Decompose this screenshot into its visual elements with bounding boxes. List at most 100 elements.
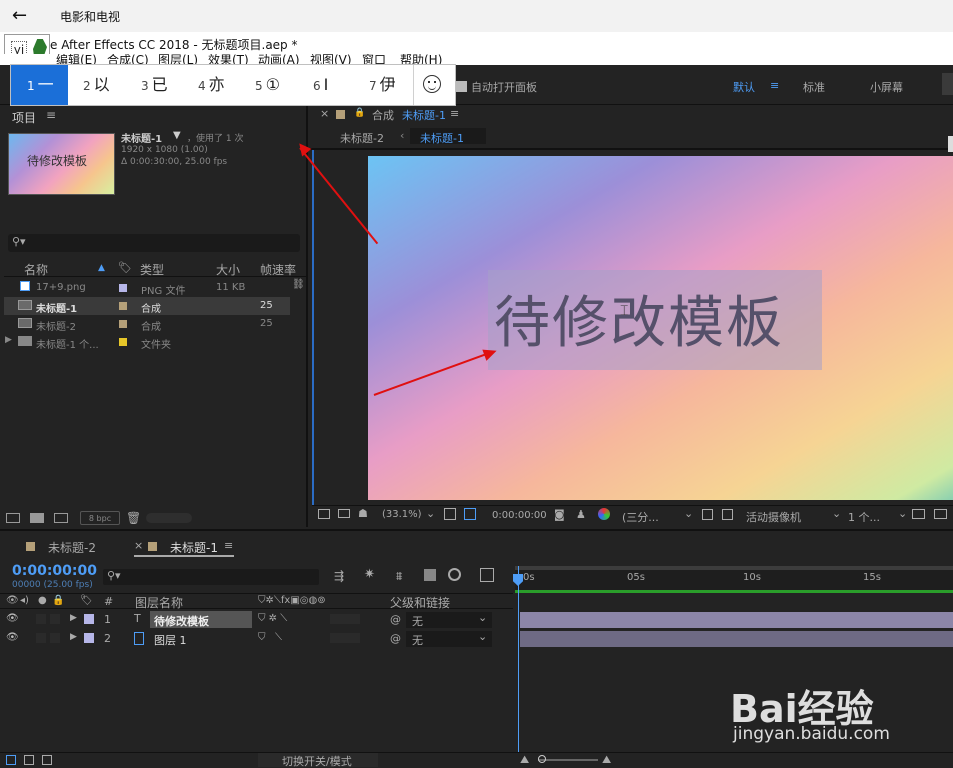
switches-header-icon[interactable]: ⛉✲⟍fx▣◎◍⊚ xyxy=(258,595,326,606)
breadcrumb-comp-2[interactable]: 未标题-2 xyxy=(340,130,384,146)
label-swatch[interactable] xyxy=(119,284,127,292)
lock-toggle[interactable] xyxy=(50,633,60,643)
draft-3d-icon[interactable]: ✷ xyxy=(364,567,375,582)
zoom-slider-thumb[interactable] xyxy=(538,755,546,763)
comp-mini-flowchart-icon[interactable]: ⇶ xyxy=(334,569,344,583)
project-row[interactable]: 未标题-1 合成 25 xyxy=(4,297,290,315)
solo-toggle[interactable] xyxy=(36,633,46,643)
pick-whip-icon[interactable]: @ xyxy=(390,632,401,645)
timeline-search-input[interactable]: ⚲▾ xyxy=(103,569,319,585)
workspace-small-screen[interactable]: 小屏幕 xyxy=(870,79,903,95)
time-ruler[interactable]: 0s 05s 10s 15s xyxy=(515,566,953,593)
trash-icon[interactable]: 🗑 xyxy=(126,511,141,525)
motion-blur-icon[interactable] xyxy=(448,568,461,581)
back-arrow-icon[interactable]: ← xyxy=(12,5,27,26)
close-icon[interactable]: × xyxy=(320,107,329,120)
panel-menu-icon[interactable]: ≡ xyxy=(224,539,233,552)
panel-menu-icon[interactable]: ≡ xyxy=(450,107,459,120)
timeline-tab-comp-2[interactable]: 未标题-2 xyxy=(48,539,96,556)
lock-icon[interactable]: 🔒 xyxy=(52,595,64,606)
mask-visibility-icon[interactable]: ☗ xyxy=(358,507,368,520)
sort-asc-icon[interactable]: ▲ xyxy=(98,263,105,273)
label-tag-icon[interactable]: 🏷 xyxy=(80,595,93,606)
label-tag-icon[interactable]: 🏷 xyxy=(118,261,132,274)
label-swatch[interactable] xyxy=(84,633,94,643)
project-panel-title[interactable]: 项目 xyxy=(12,109,36,126)
toolbar-overflow[interactable] xyxy=(942,73,953,95)
parent-link-header[interactable]: 父级和链接 xyxy=(390,594,450,611)
label-swatch[interactable] xyxy=(119,302,127,310)
solo-toggle[interactable] xyxy=(36,614,46,624)
pixel-aspect-icon[interactable] xyxy=(912,509,925,519)
visibility-icon[interactable]: 👁 xyxy=(6,595,19,606)
audio-icon[interactable]: ◂) xyxy=(20,595,29,606)
camera-dropdown[interactable]: 活动摄像机 xyxy=(746,509,801,525)
viewer-scroll-handle[interactable] xyxy=(948,136,953,152)
label-swatch[interactable] xyxy=(84,614,94,624)
shy-layers-icon[interactable]: ⩩ xyxy=(396,569,402,584)
lock-icon[interactable]: 🔒 xyxy=(354,108,365,118)
playhead-line[interactable] xyxy=(518,566,519,756)
layer-row[interactable]: 👁 ▶ 1 T 待修改模板 ⛉ ✲ ⟍ @ 无 ⌄ xyxy=(0,611,513,629)
col-name[interactable]: 名称 xyxy=(24,261,48,278)
ime-candidate-3[interactable]: 3已 xyxy=(141,65,168,105)
ime-candidate-7[interactable]: 7伊 xyxy=(369,65,396,105)
viewer-timecode[interactable]: 0:00:00:00 xyxy=(492,510,547,521)
ime-candidate-5[interactable]: 5① xyxy=(255,65,280,105)
timeline-tab-comp-1[interactable]: 未标题-1 xyxy=(170,539,218,556)
pick-whip-icon[interactable]: @ xyxy=(390,613,401,626)
work-area-bar[interactable] xyxy=(515,566,953,570)
ime-candidate-2[interactable]: 2以 xyxy=(83,65,110,105)
toggle-view-icon[interactable] xyxy=(722,509,733,520)
new-folder-icon[interactable] xyxy=(30,513,44,523)
modes-icon[interactable] xyxy=(24,755,34,765)
fast-preview-icon[interactable] xyxy=(702,509,713,520)
chevron-down-icon[interactable]: ⌄ xyxy=(684,507,693,520)
view-layout-dropdown[interactable]: 1 个... xyxy=(848,509,880,525)
layer-switches-icon[interactable] xyxy=(6,755,16,765)
show-snapshot-icon[interactable]: ♟ xyxy=(576,508,586,521)
shy-switch-icon[interactable]: ⛉ ✲ ⟍ xyxy=(258,613,287,624)
project-row[interactable]: 未标题-2 合成 25 xyxy=(4,315,306,333)
visibility-icon[interactable]: 👁 xyxy=(6,613,19,624)
project-search-input[interactable]: ⚲▾ xyxy=(8,234,300,252)
current-time-display[interactable]: 0:00:00:00 xyxy=(12,563,97,579)
workspace-default[interactable]: 默认 xyxy=(733,79,755,95)
auto-open-checkbox[interactable] xyxy=(456,81,467,92)
solo-icon[interactable]: ● xyxy=(38,595,47,606)
visibility-icon[interactable]: 👁 xyxy=(6,632,19,643)
chevron-left-icon[interactable]: ‹ xyxy=(400,129,404,142)
zoom-slider[interactable] xyxy=(538,759,598,761)
channel-icon[interactable] xyxy=(598,508,610,520)
label-swatch[interactable] xyxy=(119,338,127,346)
switch-toggles[interactable] xyxy=(330,614,360,624)
region-of-interest-icon[interactable] xyxy=(444,508,456,520)
col-size[interactable]: 大小 xyxy=(216,261,240,278)
zoom-dropdown[interactable]: (33.1%) xyxy=(382,509,422,520)
monitor-icon[interactable] xyxy=(338,509,350,518)
dropdown-arrow-icon[interactable]: ▼ xyxy=(173,130,181,141)
resolution-dropdown[interactable]: (三分... xyxy=(622,509,659,525)
transparency-grid-icon[interactable] xyxy=(464,508,476,520)
switch-toggles[interactable] xyxy=(330,633,360,643)
workspace-menu-icon[interactable]: ≡ xyxy=(770,79,779,92)
zoom-in-icon[interactable]: ⛰ xyxy=(602,753,611,767)
chevron-down-icon[interactable]: ⌄ xyxy=(898,507,907,520)
ime-candidate-4[interactable]: 4亦 xyxy=(198,65,225,105)
lock-toggle[interactable] xyxy=(50,614,60,624)
expand-arrow-icon[interactable]: ▶ xyxy=(70,613,77,623)
layer-duration-bar[interactable] xyxy=(520,612,953,628)
comp-tab-prefix[interactable]: 合成 xyxy=(372,107,394,123)
close-icon[interactable]: × xyxy=(134,539,143,552)
workspace-standard[interactable]: 标准 xyxy=(803,79,825,95)
layer-row[interactable]: 👁 ▶ 2 图层 1 ⛉ ⟍ @ 无 ⌄ xyxy=(0,630,513,648)
project-row[interactable]: 17+9.png PNG 文件 11 KB xyxy=(4,279,306,297)
chevron-down-icon[interactable]: ⌄ xyxy=(832,507,841,520)
graph-editor-icon[interactable] xyxy=(480,568,494,582)
breadcrumb-comp-1[interactable]: 未标题-1 xyxy=(420,130,464,146)
layer-duration-bar[interactable] xyxy=(520,631,953,647)
bit-depth-button[interactable]: 8 bpc xyxy=(80,511,120,525)
comp-tab-name[interactable]: 未标题-1 xyxy=(402,107,446,123)
new-comp-icon[interactable] xyxy=(54,513,68,523)
col-fps[interactable]: 帧速率 xyxy=(260,261,296,278)
